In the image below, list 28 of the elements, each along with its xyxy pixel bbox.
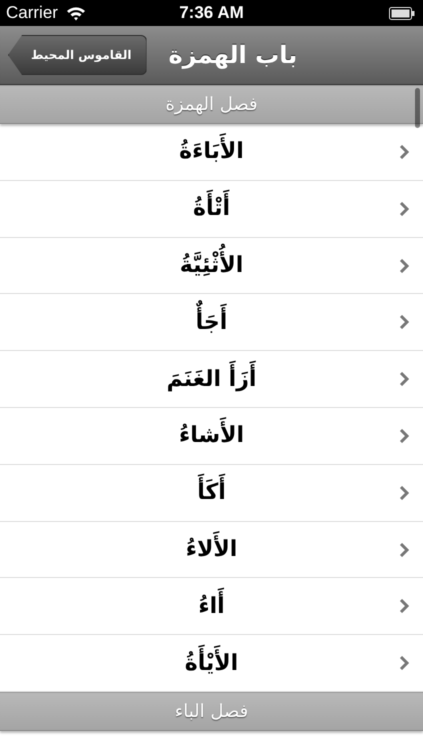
list-row[interactable]: الأَشاءُ — [0, 408, 423, 465]
chevron-icon — [399, 656, 409, 670]
scroll-indicator — [415, 88, 420, 128]
chevron-icon — [399, 599, 409, 614]
nav-title: باب الهمزة — [168, 41, 298, 69]
list-row[interactable]: الأَبَاءَةُ — [0, 124, 423, 181]
list-row[interactable]: أَجَأٌ — [0, 294, 423, 352]
list-row[interactable]: أَاءُ — [0, 578, 423, 636]
chevron-icon — [399, 542, 409, 557]
chevron-icon — [399, 428, 409, 443]
list-row[interactable]: الأَلاءُ — [0, 522, 423, 578]
chevron-icon — [399, 145, 409, 159]
status-time: 7:36 AM — [179, 3, 244, 23]
list-row[interactable]: أَزَأَ الغَنَمَ — [0, 351, 423, 408]
wifi-icon — [66, 6, 86, 20]
section-header: فصل الهمزة — [0, 85, 423, 124]
chevron-icon — [399, 258, 409, 273]
back-button[interactable]: القاموس المحيط — [8, 35, 147, 75]
list-row[interactable]: الأُثْئِيَّةُ — [0, 238, 423, 294]
chevron-icon — [399, 202, 409, 216]
chevron-icon — [399, 315, 409, 330]
section-header: فصل الباء — [0, 692, 423, 731]
battery-icon — [389, 6, 415, 20]
carrier-label: Carrier — [6, 3, 58, 23]
chevron-icon — [399, 486, 409, 500]
chevron-icon — [399, 372, 409, 386]
list-row[interactable]: أَكَأَ — [0, 464, 423, 522]
list-row[interactable]: أَتْأَةُ — [0, 180, 423, 238]
